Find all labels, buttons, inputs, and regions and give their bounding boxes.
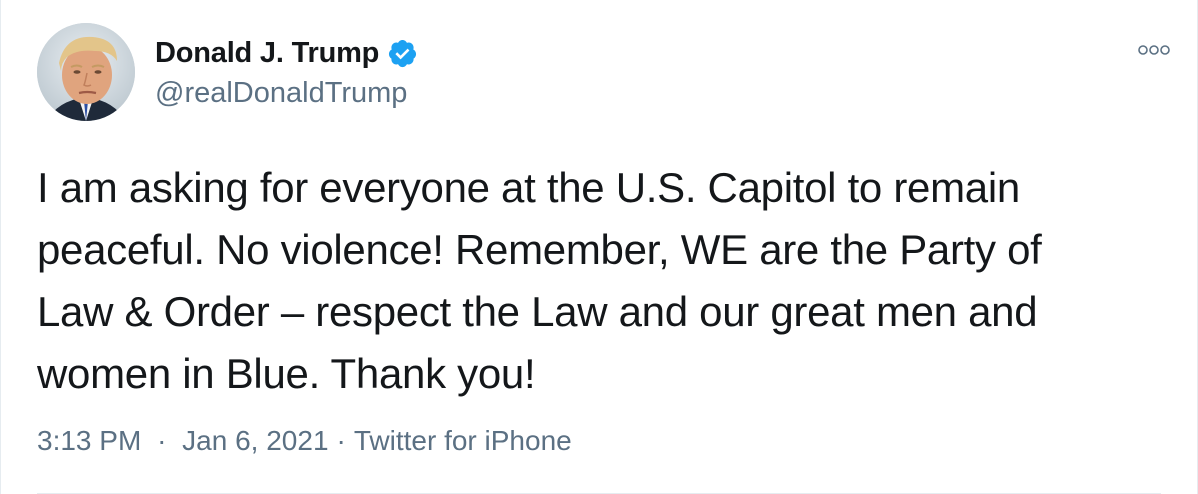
author-handle[interactable]: @realDonaldTrump [155, 76, 418, 110]
tweet-card: Donald J. Trump @realDonaldTrump I am as… [0, 0, 1198, 494]
avatar-image [37, 23, 135, 121]
tweet-time: 3:13 PM [37, 425, 142, 456]
tweet-text: I am asking for everyone at the U.S. Cap… [37, 164, 1042, 397]
tweet-date: Jan 6, 2021 [182, 425, 329, 456]
more-options-icon [1138, 45, 1170, 55]
name-row: Donald J. Trump [155, 36, 418, 70]
tweet-timestamp-link[interactable]: 3:13 PM · Jan 6, 2021 [37, 424, 329, 458]
verified-badge-icon [387, 38, 418, 69]
tweet-source-link[interactable]: Twitter for iPhone [354, 424, 572, 458]
more-options-button[interactable] [1137, 40, 1171, 60]
meta-separator: · [336, 425, 346, 456]
avatar[interactable] [37, 23, 135, 121]
meta-separator: · [157, 425, 167, 456]
author-info: Donald J. Trump @realDonaldTrump [155, 36, 418, 110]
author-display-name[interactable]: Donald J. Trump [155, 36, 379, 70]
tweet-meta: 3:13 PM · Jan 6, 2021 · Twitter for iPho… [37, 424, 572, 458]
